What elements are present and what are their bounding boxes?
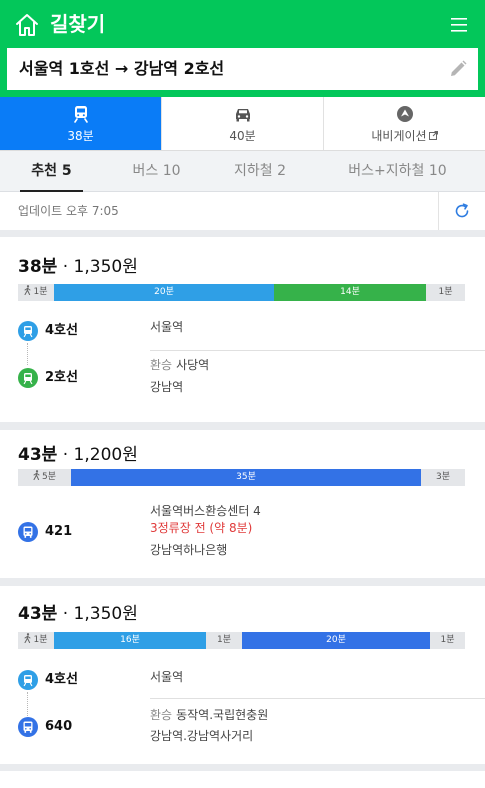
stop-end: 강남역하나은행	[150, 543, 228, 557]
segment-walk: 1분	[18, 632, 54, 649]
segment-walk: 1분	[426, 284, 465, 301]
leg-name: 2호선	[45, 370, 78, 385]
leg-name: 4호선	[45, 672, 78, 687]
route-fare: 1,350원	[73, 257, 138, 277]
stop-start: 서울역버스환승센터 4	[150, 504, 261, 518]
route-summary: 43분 · 1,200원	[18, 445, 138, 465]
edit-pencil-icon[interactable]	[448, 59, 468, 79]
stop-end: 강남역	[150, 380, 184, 394]
leg-connector	[27, 692, 28, 716]
stop-divider	[150, 350, 485, 351]
navigation-icon	[396, 106, 413, 122]
tab-recommended[interactable]: 추천 5	[0, 151, 103, 192]
subway-icon	[18, 670, 38, 690]
segment-walk: 5분	[18, 469, 71, 486]
leg-connector	[27, 343, 28, 365]
route-filter-tabs: 추천 5 버스 10 지하철 2 버스+지하철 10	[0, 151, 485, 192]
subway-icon	[18, 321, 38, 341]
refresh-button[interactable]	[438, 192, 485, 230]
route-card[interactable]: 43분 · 1,200원 5분 35분 3분 421 서울역버스환승센터 4 3…	[0, 430, 485, 578]
mode-car[interactable]: 40분	[162, 97, 324, 150]
route-time: 43분	[18, 445, 58, 465]
route-text: 서울역 1호선 → 강남역 2호선	[19, 59, 225, 78]
update-time: 업데이트 오후 7:05	[18, 204, 119, 218]
mode-car-time: 40분	[229, 129, 256, 143]
mode-transit[interactable]: 38분	[0, 97, 162, 150]
route-summary: 38분 · 1,350원	[18, 257, 138, 277]
tab-bus-subway[interactable]: 버스+지하철 10	[310, 151, 485, 191]
bus-arrival-info: 3정류장 전 (약 8분)	[150, 521, 253, 535]
tab-subway[interactable]: 지하철 2	[210, 151, 310, 191]
update-row: 업데이트 오후 7:05	[0, 192, 485, 230]
mode-transit-time: 38분	[67, 129, 94, 143]
tab-bus[interactable]: 버스 10	[103, 151, 210, 191]
route-time: 43분	[18, 604, 58, 624]
route-time: 38분	[18, 257, 58, 277]
external-link-icon	[428, 131, 438, 140]
route-summary-box[interactable]: 서울역 1호선 → 강남역 2호선	[7, 48, 478, 90]
segment-walk: 1분	[430, 632, 465, 649]
segment-bus: 20분	[242, 632, 430, 649]
mode-navigation-label: 내비게이션	[324, 127, 485, 144]
bus-icon	[18, 522, 38, 542]
route-fare: 1,350원	[73, 604, 138, 624]
walk-icon	[33, 470, 40, 480]
segment-bus: 35분	[71, 469, 421, 486]
stop-divider	[150, 698, 485, 699]
subway-icon	[73, 106, 88, 123]
segment-walk: 1분	[18, 284, 54, 301]
walk-icon	[24, 633, 31, 643]
page-title: 길찾기	[50, 12, 106, 36]
home-icon[interactable]	[14, 12, 40, 38]
transport-mode-tabs: 38분 40분 내비게이션	[0, 97, 485, 151]
hamburger-menu-icon[interactable]	[448, 14, 470, 36]
bus-icon	[18, 717, 38, 737]
route-summary: 43분 · 1,350원	[18, 604, 138, 624]
route-card[interactable]	[0, 771, 485, 788]
segment-walk: 3분	[421, 469, 465, 486]
stop-start: 서울역	[150, 320, 184, 334]
app-header: 길찾기 서울역 1호선 → 강남역 2호선	[0, 0, 485, 97]
stop-transfer: 환승 동작역.국립현충원	[150, 708, 269, 722]
car-icon	[235, 109, 250, 122]
stop-end: 강남역.강남역사거리	[150, 729, 254, 743]
route-timeline-bar: 1분 20분 14분 1분	[18, 284, 465, 301]
route-timeline-bar: 5분 35분 3분	[18, 469, 465, 486]
stop-start: 서울역	[150, 670, 184, 684]
leg-name: 4호선	[45, 323, 78, 338]
route-timeline-bar: 1분 16분 1분 20분 1분	[18, 632, 465, 649]
route-fare: 1,200원	[73, 445, 138, 465]
stop-transfer: 환승 사당역	[150, 358, 210, 372]
segment-subway-line4: 20분	[54, 284, 274, 301]
leg-name: 421	[45, 524, 73, 539]
segment-subway-line4: 16분	[54, 632, 206, 649]
refresh-icon	[455, 203, 469, 218]
leg-name: 640	[45, 719, 73, 734]
segment-subway-line2: 14분	[274, 284, 426, 301]
subway-icon	[18, 368, 38, 388]
walk-icon	[24, 285, 31, 295]
route-card[interactable]: 38분 · 1,350원 1분 20분 14분 1분 4호선 2호선 서울역 환…	[0, 237, 485, 422]
mode-navigation[interactable]: 내비게이션	[324, 97, 485, 150]
segment-walk: 1분	[206, 632, 242, 649]
route-card[interactable]: 43분 · 1,350원 1분 16분 1분 20분 1분 4호선 640 서울…	[0, 586, 485, 764]
